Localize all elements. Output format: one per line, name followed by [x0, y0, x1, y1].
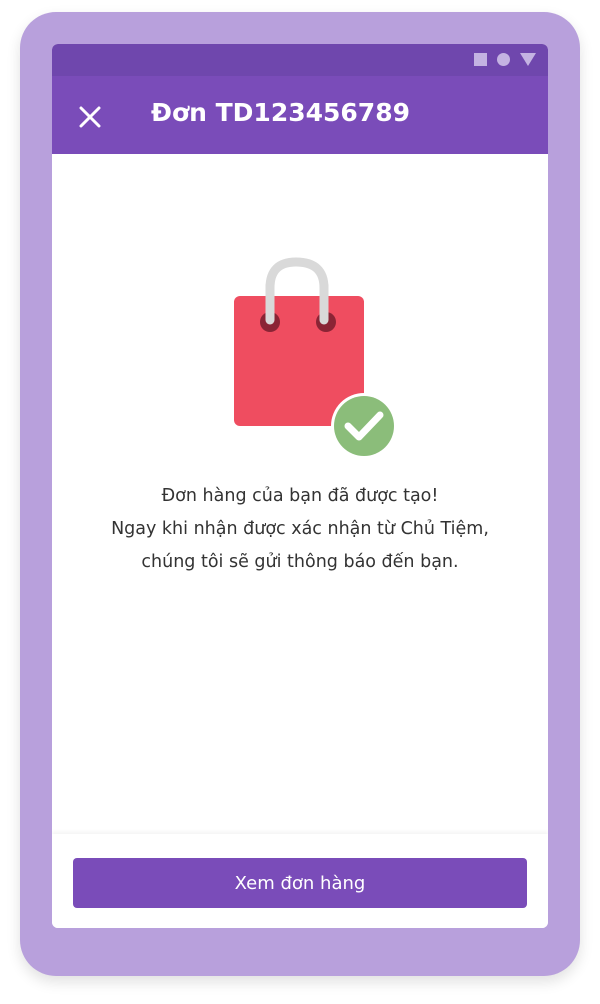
triangle-icon [520, 53, 536, 66]
order-created-illustration [232, 256, 402, 459]
confirmation-line-2: Ngay khi nhận được xác nhận từ Chủ Tiệm, [111, 519, 489, 539]
circle-icon [497, 53, 510, 66]
close-button[interactable] [72, 99, 108, 135]
square-icon [474, 53, 487, 66]
app-screen: Đơn TD123456789 Đơn hàng của bạn đã được… [52, 44, 548, 928]
status-bar [52, 44, 548, 76]
bottom-action-bar: Xem đơn hàng [52, 834, 548, 928]
confirmation-line-3: chúng tôi sẽ gửi thông báo đến bạn. [141, 552, 459, 572]
device-frame: Đơn TD123456789 Đơn hàng của bạn đã được… [20, 12, 580, 976]
app-bar: Đơn TD123456789 [52, 76, 548, 154]
content-area: Đơn hàng của bạn đã được tạo! Ngay khi n… [52, 154, 548, 834]
shopping-bag-check-icon [234, 257, 397, 459]
close-icon [79, 106, 101, 128]
page-title: Đơn TD123456789 [151, 98, 410, 127]
status-icons [474, 53, 536, 66]
confirmation-message: Đơn hàng của bạn đã được tạo! Ngay khi n… [52, 480, 548, 579]
view-order-button[interactable]: Xem đơn hàng [73, 858, 527, 908]
confirmation-line-1: Đơn hàng của bạn đã được tạo! [161, 486, 439, 506]
